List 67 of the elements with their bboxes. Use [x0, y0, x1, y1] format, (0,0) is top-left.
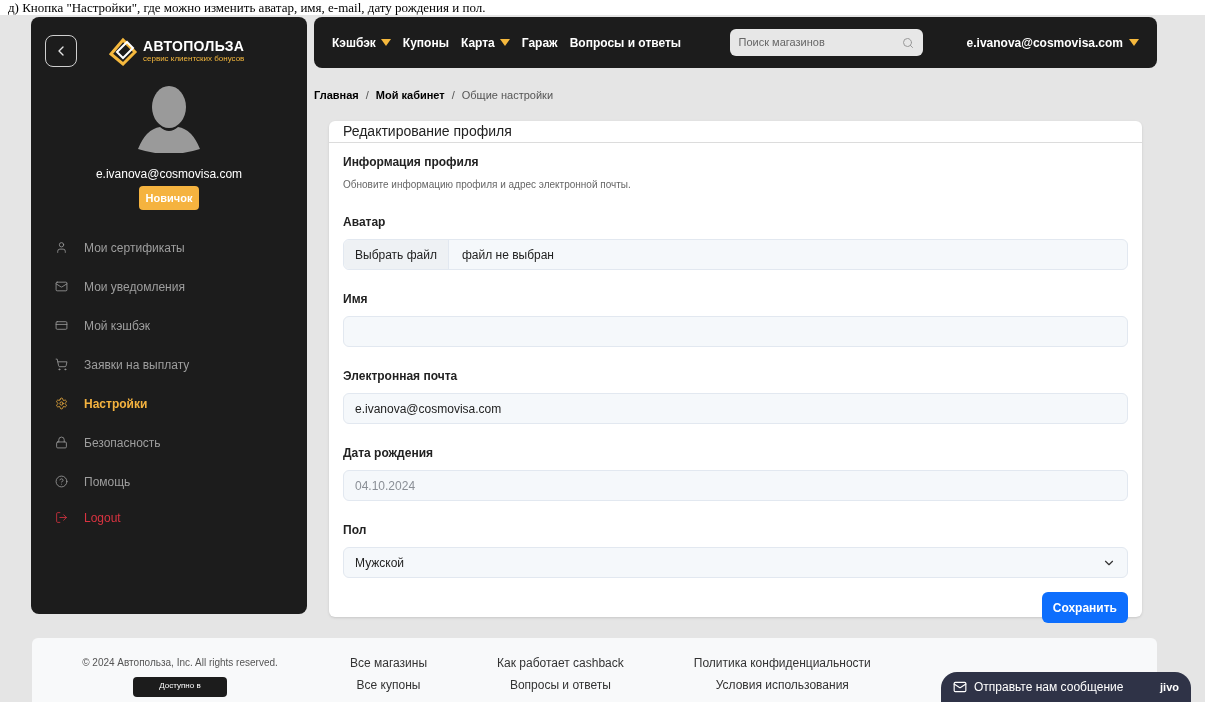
nav-link[interactable]: Гараж: [521, 33, 558, 52]
person-icon: [55, 241, 68, 254]
card-icon: [55, 319, 68, 332]
copyright-text: © 2024 Автопольза, Inc. All rights reserved.: [82, 656, 278, 669]
breadcrumb-separator: /: [451, 88, 455, 104]
sidebar-item[interactable]: Мои сертификаты: [45, 228, 293, 267]
cart-icon: [55, 358, 68, 371]
search-icon: [901, 36, 914, 49]
app-store-badge[interactable]: Доступно в: [133, 677, 227, 697]
lock-icon: [55, 436, 68, 449]
section-description: Обновите информацию профиля и адрес электронной почты.: [343, 178, 632, 191]
field-label: Пол: [343, 523, 368, 538]
sidebar-item[interactable]: Мой кэшбэк: [45, 306, 293, 345]
footer-link[interactable]: Как работает cashback: [497, 656, 624, 670]
caret-icon: [380, 39, 391, 46]
breadcrumb-link[interactable]: Мой кабинет: [375, 87, 445, 104]
jivo-logo: jivo: [1160, 679, 1179, 695]
sidebar-item[interactable]: Настройки: [45, 384, 293, 423]
field-label: Электронная почта: [343, 369, 459, 384]
footer-link[interactable]: Все купоны: [356, 678, 421, 692]
select-field[interactable]: Мужской: [343, 547, 1128, 578]
sidebar-item[interactable]: Помощь: [45, 462, 293, 501]
sidebar-item[interactable]: Заявки на выплату: [45, 345, 293, 384]
logo-tagline: сервис клиентских бонусов: [143, 53, 245, 64]
breadcrumb-separator: /: [365, 88, 369, 104]
section-title: Информация профиля: [343, 155, 480, 170]
card-title: Редактирование профиля: [343, 122, 512, 141]
nav-link[interactable]: Купоны: [402, 33, 449, 52]
save-button[interactable]: Сохранить: [1041, 592, 1128, 623]
document-caption: д) Кнопка "Настройки", где можно изменить аватар, имя, e-mail, дату рождения и пол.: [8, 0, 486, 15]
logout-link[interactable]: Logout: [45, 501, 293, 534]
logout-icon: [55, 511, 68, 524]
footer-link[interactable]: Все магазины: [350, 656, 428, 670]
footer-link[interactable]: Политика конфиденциальности: [693, 656, 871, 670]
envelope-icon: [953, 680, 967, 694]
logo-icon: [107, 36, 139, 66]
back-button[interactable]: [45, 35, 77, 67]
sidebar-item[interactable]: Безопасность: [45, 423, 293, 462]
field-label: Аватар: [343, 215, 387, 230]
field-label: Имя: [343, 292, 369, 307]
caret-icon: [1129, 39, 1139, 46]
input-field[interactable]: [343, 316, 1128, 347]
file-status: файл не выбран: [460, 246, 555, 264]
avatar-silhouette-icon: [136, 85, 202, 153]
file-input[interactable]: Выбрать файл файл не выбран: [343, 239, 1128, 270]
footer-link[interactable]: Условия использования: [715, 678, 849, 692]
envelope-icon: [55, 280, 68, 293]
user-email: e.ivanova@cosmovisa.com: [95, 167, 243, 182]
user-level-badge: Новичок: [138, 186, 200, 210]
footer-link[interactable]: Вопросы и ответы: [509, 678, 611, 692]
input-field[interactable]: e.ivanova@cosmovisa.com: [343, 393, 1128, 424]
choose-file-button[interactable]: Выбрать файл: [344, 240, 449, 269]
nav-link[interactable]: Кэшбэк: [332, 33, 391, 52]
input-field[interactable]: 04.10.2024: [343, 470, 1128, 501]
breadcrumb-link[interactable]: Общие настройки: [461, 87, 554, 104]
breadcrumb-link[interactable]: Главная: [314, 87, 359, 104]
sidebar-item[interactable]: Мои уведомления: [45, 267, 293, 306]
account-menu[interactable]: e.ivanova@cosmovisa.com: [966, 33, 1139, 52]
search-field[interactable]: Поиск магазинов: [729, 29, 923, 56]
field-label: Дата рождения: [343, 446, 435, 461]
nav-link[interactable]: Карта: [460, 33, 510, 52]
help-icon: [55, 475, 68, 488]
logo-text: АВТОПОЛЬЗА: [143, 38, 245, 54]
caret-icon: [499, 39, 510, 46]
nav-link[interactable]: Вопросы и ответы: [569, 33, 682, 52]
chat-widget-button[interactable]: Отправьте нам сообщение jivo: [941, 672, 1191, 702]
settings-icon: [55, 397, 68, 410]
